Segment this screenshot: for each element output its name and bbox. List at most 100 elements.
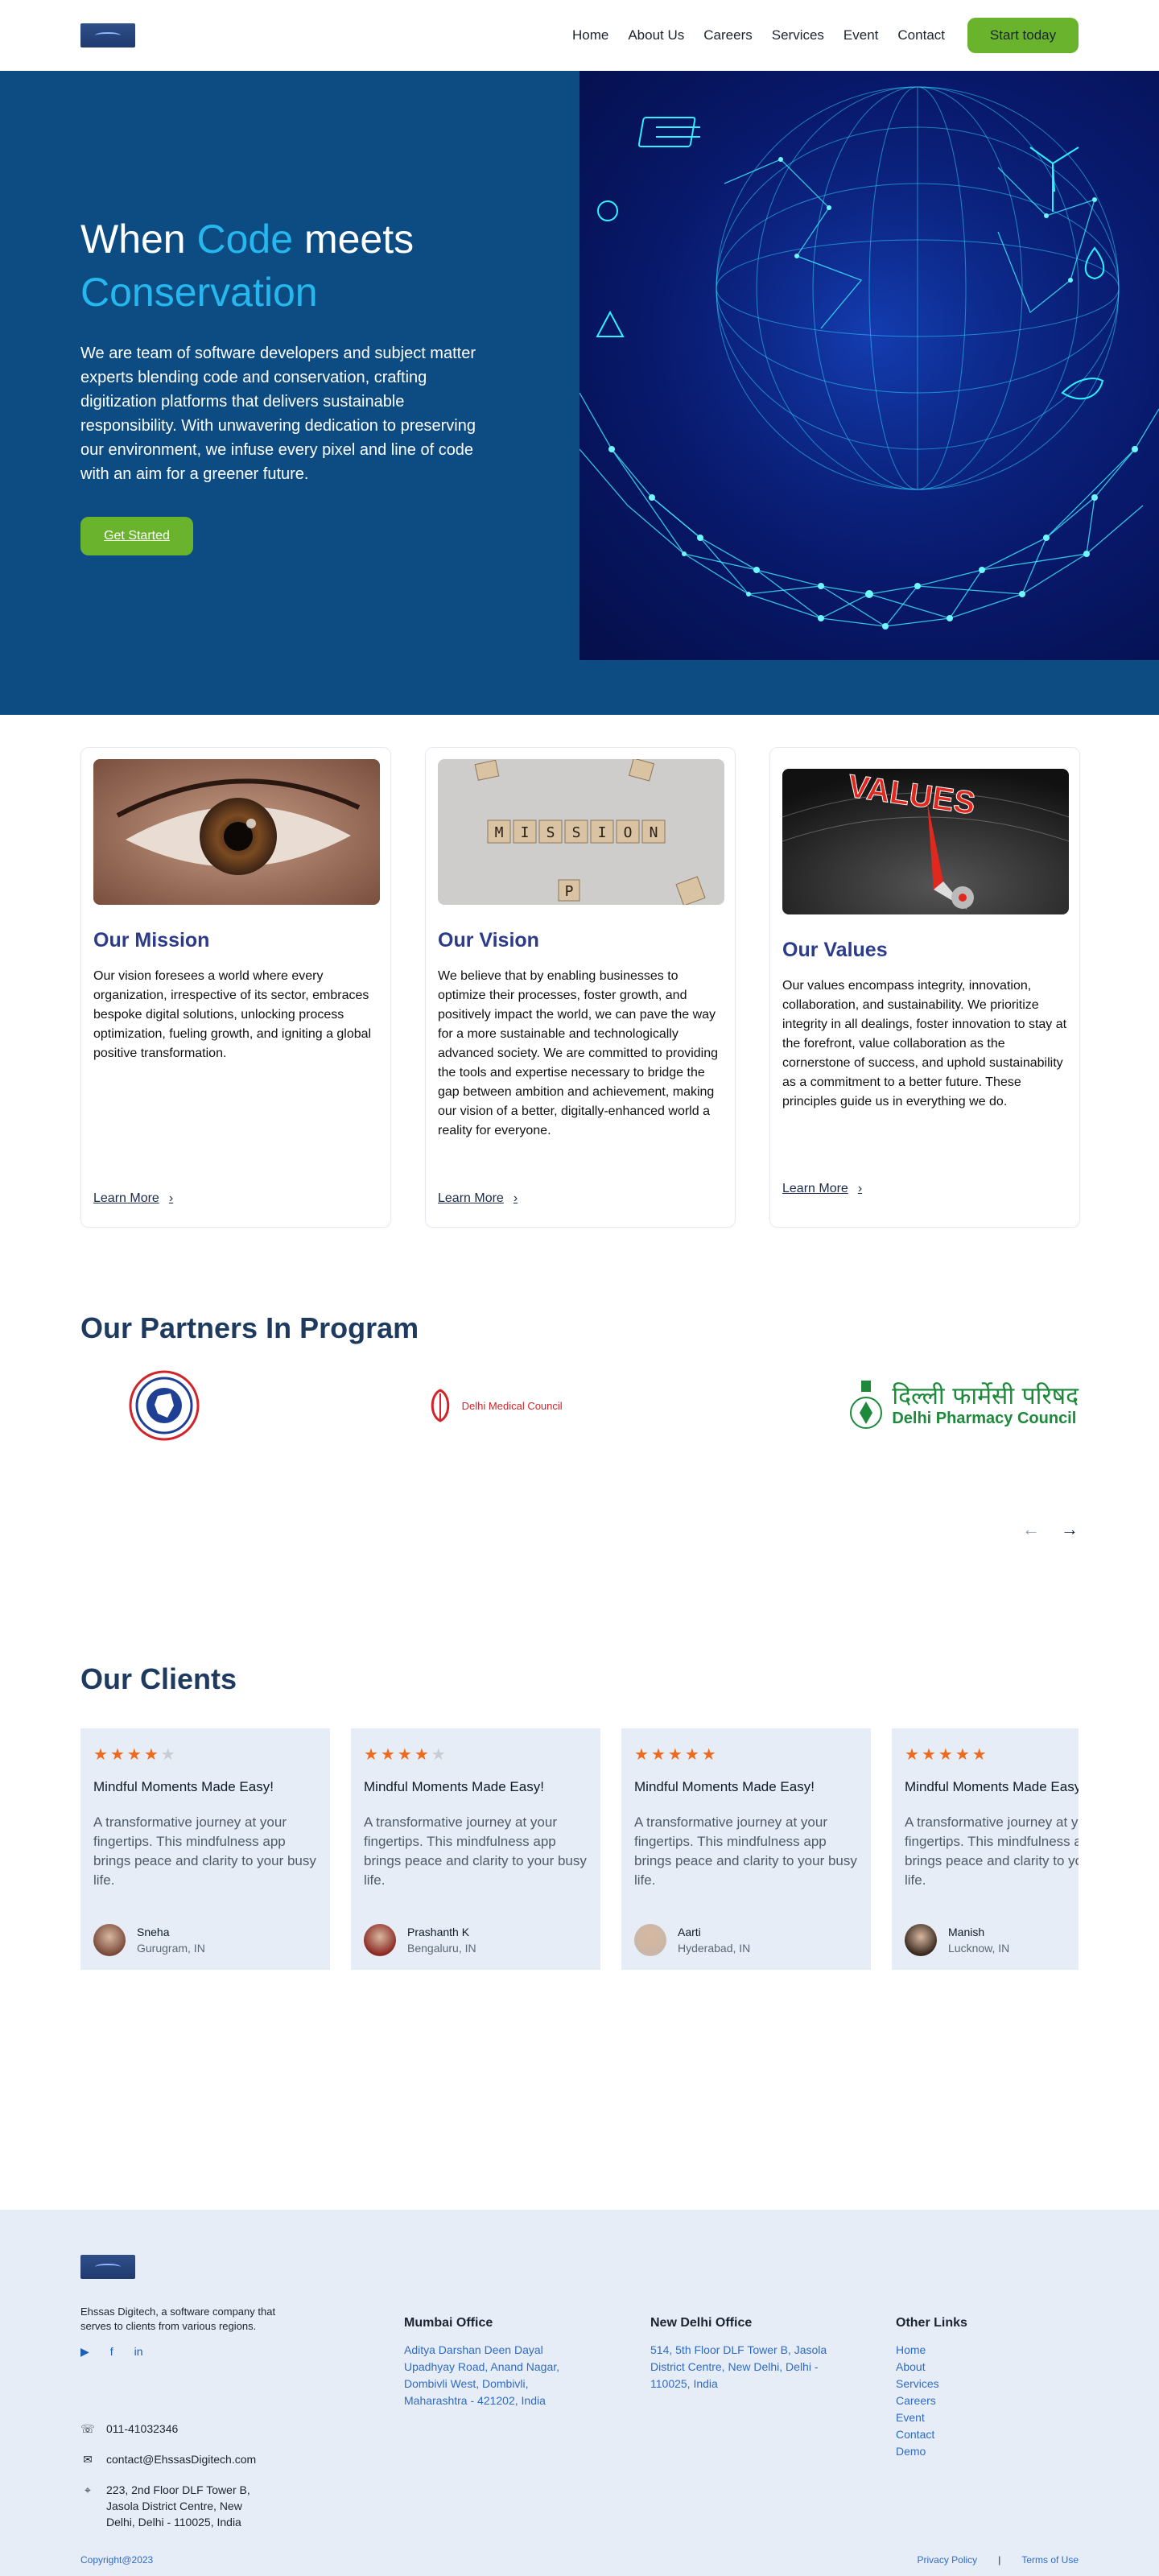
mission-text: Our vision foresees a world where every …	[93, 969, 372, 1060]
mission-tiles-photo: M I S S I O N P	[438, 759, 724, 905]
client-author: Aarti Hyderabad, IN	[634, 1924, 858, 1956]
clients-carousel[interactable]: ★★★★★ Mindful Moments Made Easy! A transfo…	[80, 1728, 1079, 1970]
client-author: Manish Lucknow, IN	[905, 1924, 1079, 1956]
client-author-info: Aarti Hyderabad, IN	[678, 1926, 750, 1955]
footer-phone[interactable]: ☏ 011-41032346	[80, 2421, 267, 2437]
mission-learn-more-label: Learn More	[93, 1191, 159, 1205]
client-author-info: Prashanth K Bengaluru, IN	[407, 1926, 476, 1955]
star-filled-icon: ★	[938, 1746, 955, 1764]
client-location: Lucknow, IN	[948, 1942, 1010, 1955]
nav-home[interactable]: Home	[572, 27, 608, 43]
star-filled-icon: ★	[414, 1746, 431, 1764]
vision-title: Our Vision	[438, 929, 539, 952]
client-name: Prashanth K	[407, 1926, 470, 1938]
partners-carousel-controls: ← →	[1022, 1519, 1079, 1540]
client-location: Gurugram, IN	[137, 1942, 205, 1955]
mission-title: Our Mission	[93, 929, 210, 952]
footer-link-home[interactable]: Home	[896, 2342, 1057, 2359]
footer-link-demo[interactable]: Demo	[896, 2443, 1057, 2460]
footer-link-services[interactable]: Services	[896, 2376, 1057, 2392]
client-card: ★★★★★ Mindful Moments Made Easy! A transfo…	[621, 1728, 871, 1970]
phone-icon: ☏	[80, 2422, 95, 2435]
client-author-info: Sneha Gurugram, IN	[137, 1926, 205, 1955]
tile-p: P	[565, 883, 574, 900]
client-review-title: Mindful Moments Made Easy!	[905, 1779, 1079, 1794]
footer-mumbai-office: Mumbai Office Aditya Darshan Deen Dayal …	[404, 2316, 589, 2409]
partners-section: Our Partners In Program Delhi Medical Co…	[0, 1228, 1159, 1566]
star-rating: ★★★★★	[905, 1744, 1079, 1765]
client-author: Sneha Gurugram, IN	[93, 1924, 317, 1956]
star-empty-icon: ★	[160, 1746, 178, 1764]
client-name: Manish	[948, 1926, 985, 1938]
vision-mission-tiles-image: M I S S I O N P	[438, 759, 724, 905]
mission-learn-more-link[interactable]: Learn More ›	[93, 1191, 173, 1206]
haryana-medical-council-logo[interactable]	[126, 1369, 203, 1442]
footer-link-event[interactable]: Event	[896, 2409, 1057, 2426]
company-logo[interactable]	[80, 23, 135, 47]
client-author-info: Manish Lucknow, IN	[948, 1926, 1009, 1955]
tile-s1: S	[547, 824, 555, 841]
get-started-button[interactable]: Get Started	[80, 517, 193, 555]
star-filled-icon: ★	[921, 1746, 938, 1764]
youtube-icon[interactable]: ▶	[80, 2345, 89, 2359]
client-card: ★★★★★ Mindful Moments Made Easy! A transfo…	[80, 1728, 330, 1970]
arrow-left-icon[interactable]: ←	[1022, 1519, 1040, 1540]
footer-phone-text: 011-41032346	[106, 2422, 179, 2435]
delhi-medical-council-logo[interactable]: Delhi Medical Council	[423, 1387, 563, 1424]
mumbai-office-title: Mumbai Office	[404, 2316, 493, 2330]
client-name: Aarti	[678, 1926, 701, 1938]
star-rating: ★★★★★	[93, 1744, 317, 1765]
chevron-right-icon: ›	[168, 1191, 174, 1205]
client-review-text: A transformative journey at your fingert…	[634, 1814, 857, 1888]
terms-of-use-link[interactable]: Terms of Use	[1021, 2554, 1079, 2566]
nav-careers[interactable]: Careers	[703, 27, 752, 43]
mumbai-office-address: Aditya Darshan Deen Dayal Upadhyay Road,…	[404, 2343, 560, 2407]
avatar	[634, 1924, 666, 1956]
avatar	[905, 1924, 937, 1956]
star-filled-icon: ★	[701, 1746, 719, 1764]
compass-photo: VALUES	[782, 769, 1069, 914]
linkedin-icon[interactable]: in	[134, 2345, 143, 2359]
star-filled-icon: ★	[126, 1746, 144, 1764]
star-filled-icon: ★	[93, 1746, 110, 1764]
avatar	[93, 1924, 126, 1956]
privacy-policy-link[interactable]: Privacy Policy	[918, 2554, 978, 2566]
delhi-pharmacy-council-logo[interactable]: दिल्ली फार्मेसी परिषद Delhi Pharmacy Cou…	[848, 1379, 1079, 1432]
arrow-right-icon[interactable]: →	[1061, 1519, 1079, 1540]
clients-section: Our Clients ★★★★★ Mindful Moments Made Ea…	[0, 1566, 1159, 2210]
footer-link-contact[interactable]: Contact	[896, 2426, 1057, 2443]
footer-link-about[interactable]: About	[896, 2359, 1057, 2376]
nav-contact[interactable]: Contact	[897, 27, 945, 43]
values-learn-more-link[interactable]: Learn More ›	[782, 1182, 862, 1196]
footer-email[interactable]: ✉ contact@EhssasDigitech.com	[80, 2451, 267, 2467]
star-rating: ★★★★★	[364, 1744, 588, 1765]
start-today-button[interactable]: Start today	[967, 18, 1079, 53]
footer-social-links: ▶ f in	[80, 2345, 298, 2359]
nav-services[interactable]: Services	[772, 27, 824, 43]
legal-separator: |	[998, 2554, 1001, 2566]
footer-link-careers[interactable]: Careers	[896, 2392, 1057, 2409]
nav-about-us[interactable]: About Us	[628, 27, 684, 43]
facebook-icon[interactable]: f	[110, 2345, 113, 2359]
delhi-pharmacy-council-text: दिल्ली फार्मेसी परिषद Delhi Pharmacy Cou…	[892, 1383, 1079, 1428]
star-filled-icon: ★	[955, 1746, 972, 1764]
site-header: Home About Us Careers Services Event Con…	[0, 0, 1159, 71]
client-author: Prashanth K Bengaluru, IN	[364, 1924, 588, 1956]
client-location: Bengaluru, IN	[407, 1942, 476, 1955]
footer-logo[interactable]	[80, 2255, 135, 2279]
values-text: Our values encompass integrity, innovati…	[782, 979, 1067, 1108]
tile-n: N	[650, 824, 658, 841]
client-card: ★★★★★ Mindful Moments Made Easy! A transfo…	[351, 1728, 600, 1970]
star-filled-icon: ★	[971, 1746, 989, 1764]
footer-contact: ☏ 011-41032346 ✉ contact@EhssasDigitech.…	[80, 2421, 267, 2545]
vision-card: M I S S I O N P Our Vision We believe th…	[425, 747, 736, 1228]
star-filled-icon: ★	[650, 1746, 668, 1764]
star-filled-icon: ★	[109, 1746, 127, 1764]
nav-event[interactable]: Event	[843, 27, 878, 43]
client-review-title: Mindful Moments Made Easy!	[93, 1779, 274, 1794]
values-title: Our Values	[782, 939, 888, 961]
chevron-right-icon: ›	[513, 1191, 518, 1205]
client-review-text: A transformative journey at your fingert…	[93, 1814, 316, 1888]
footer-about: Ehssas Digitech, a software company that…	[80, 2305, 298, 2359]
vision-learn-more-link[interactable]: Learn More ›	[438, 1191, 518, 1206]
